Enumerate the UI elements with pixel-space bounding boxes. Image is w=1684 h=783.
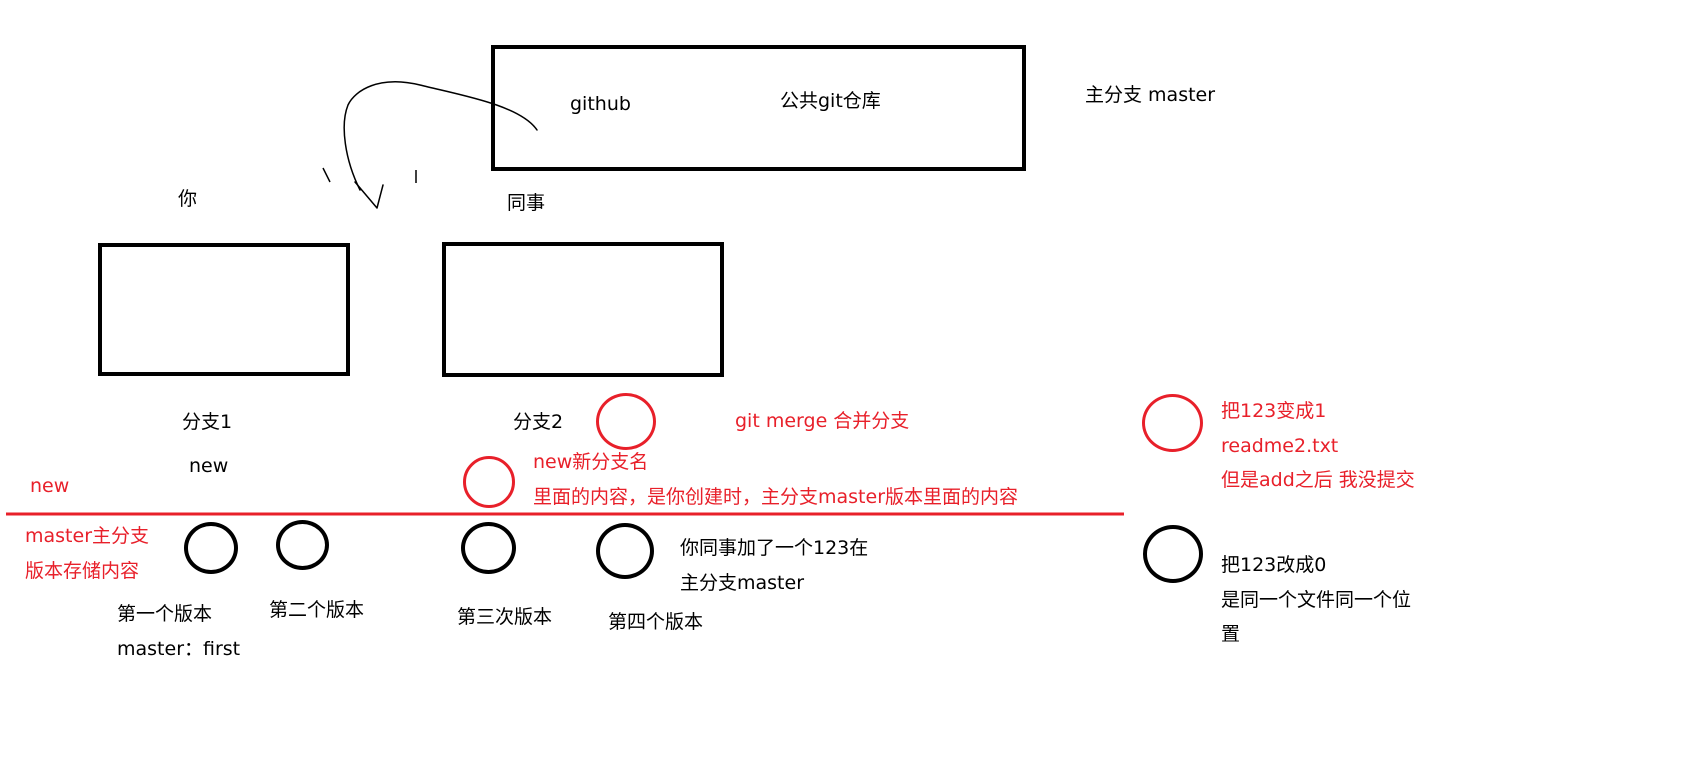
right-red-line-3: 但是add之后 我没提交: [1221, 469, 1415, 491]
version4-label: 第四个版本: [608, 611, 704, 633]
right-black-line-1: 把123改成0: [1221, 554, 1327, 576]
merge-red-circle: [596, 393, 656, 450]
right-black-line-2: 是同一个文件同一个位: [1221, 589, 1412, 611]
repo-name-label: github: [570, 93, 631, 115]
version2-label: 第二个版本: [269, 599, 365, 621]
version3-label: 第三次版本: [457, 606, 553, 628]
branch2-label: 分支2: [513, 411, 564, 433]
right-black-line-3: 置: [1221, 623, 1241, 645]
version1-circle: [184, 522, 238, 574]
version1-sub-label: master：first: [117, 638, 241, 660]
your-local-box: [98, 243, 350, 376]
version4-note-2: 主分支master: [680, 572, 805, 594]
repo-description-label: 公共git仓库: [780, 90, 881, 112]
master-line-label-2: 版本存储内容: [25, 560, 140, 582]
branch1-sub-label: new: [189, 455, 229, 477]
colleague-label: 同事: [507, 192, 546, 214]
version2-circle: [276, 520, 329, 570]
hand-drawn-arrowhead: [354, 181, 384, 209]
new-line-label: new: [30, 475, 70, 497]
right-black-circle: [1143, 525, 1203, 583]
branch1-label: 分支1: [182, 411, 233, 433]
hand-drawn-tick-left: [322, 167, 331, 183]
merge-annotation: git merge 合并分支: [735, 410, 910, 432]
master-line-label-1: master主分支: [25, 525, 150, 547]
version3-circle: [461, 522, 516, 574]
right-red-circle: [1142, 394, 1203, 452]
master-branch-label: 主分支 master: [1085, 84, 1216, 106]
new-branch-title: new新分支名: [533, 451, 649, 473]
colleague-local-box: [442, 242, 724, 377]
version4-circle: [596, 523, 654, 579]
version1-label: 第一个版本: [117, 603, 213, 625]
right-red-line-2: readme2.txt: [1221, 435, 1339, 457]
new-branch-red-circle: [463, 456, 515, 508]
you-label: 你: [178, 188, 198, 210]
new-branch-description: 里面的内容，是你创建时，主分支master版本里面的内容: [533, 486, 1019, 508]
right-red-line-1: 把123变成1: [1221, 400, 1327, 422]
version4-note-1: 你同事加了一个123在: [680, 537, 869, 559]
